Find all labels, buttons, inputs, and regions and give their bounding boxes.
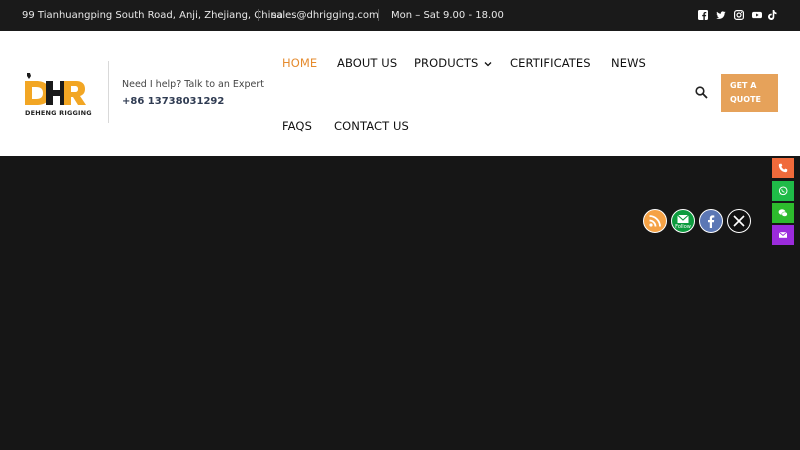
nav-certificates[interactable]: CERTIFICATES [510, 56, 591, 70]
help-text: Need I help? Talk to an Expert [122, 79, 265, 90]
facebook-share-icon[interactable] [699, 209, 723, 233]
divider [378, 9, 379, 21]
nav-news[interactable]: NEWS [611, 56, 646, 70]
tiktok-icon[interactable] [768, 10, 778, 20]
address-text: 99 Tianhuangping South Road, Anji, Zheji… [22, 10, 283, 21]
quote-line-2: QUOTE [730, 95, 762, 104]
phone-icon[interactable] [772, 158, 794, 178]
instagram-icon[interactable] [734, 10, 744, 20]
phone-link[interactable]: +86 13738031292 [122, 96, 224, 107]
search-icon[interactable] [695, 86, 708, 99]
divider [258, 9, 259, 21]
twitter-icon[interactable] [716, 10, 726, 20]
email-follow-icon[interactable]: Follow [671, 209, 695, 233]
hours-text: Mon – Sat 9.00 - 18.00 [391, 10, 504, 21]
whatsapp-icon[interactable] [772, 181, 794, 201]
chevron-down-icon [484, 61, 492, 66]
quote-line-1: GET A [730, 81, 757, 90]
nav-home[interactable]: HOME [282, 56, 317, 70]
email-icon[interactable] [772, 225, 794, 245]
nav-products-label: PRODUCTS [414, 56, 479, 70]
nav-faqs[interactable]: FAQS [282, 119, 312, 133]
follow-label: Follow [675, 224, 691, 230]
get-a-quote-button[interactable]: GET A QUOTE [721, 74, 778, 112]
x-icon[interactable] [727, 209, 751, 233]
youtube-icon[interactable] [751, 10, 762, 20]
facebook-icon[interactable] [698, 10, 708, 20]
email-link[interactable]: sales@dhrigging.com [271, 10, 379, 21]
top-bar: 99 Tianhuangping South Road, Anji, Zheji… [0, 0, 800, 31]
site-header: DEHENG RIGGING Need I help? Talk to an E… [0, 31, 800, 156]
nav-contact-us[interactable]: CONTACT US [334, 119, 409, 133]
nav-products[interactable]: PRODUCTS [414, 56, 492, 70]
wechat-icon[interactable] [772, 203, 794, 223]
logo-wordmark: DEHENG RIGGING [25, 109, 92, 117]
nav-about-us[interactable]: ABOUT US [337, 56, 397, 70]
rss-icon[interactable] [643, 209, 667, 233]
header-divider [108, 61, 109, 123]
